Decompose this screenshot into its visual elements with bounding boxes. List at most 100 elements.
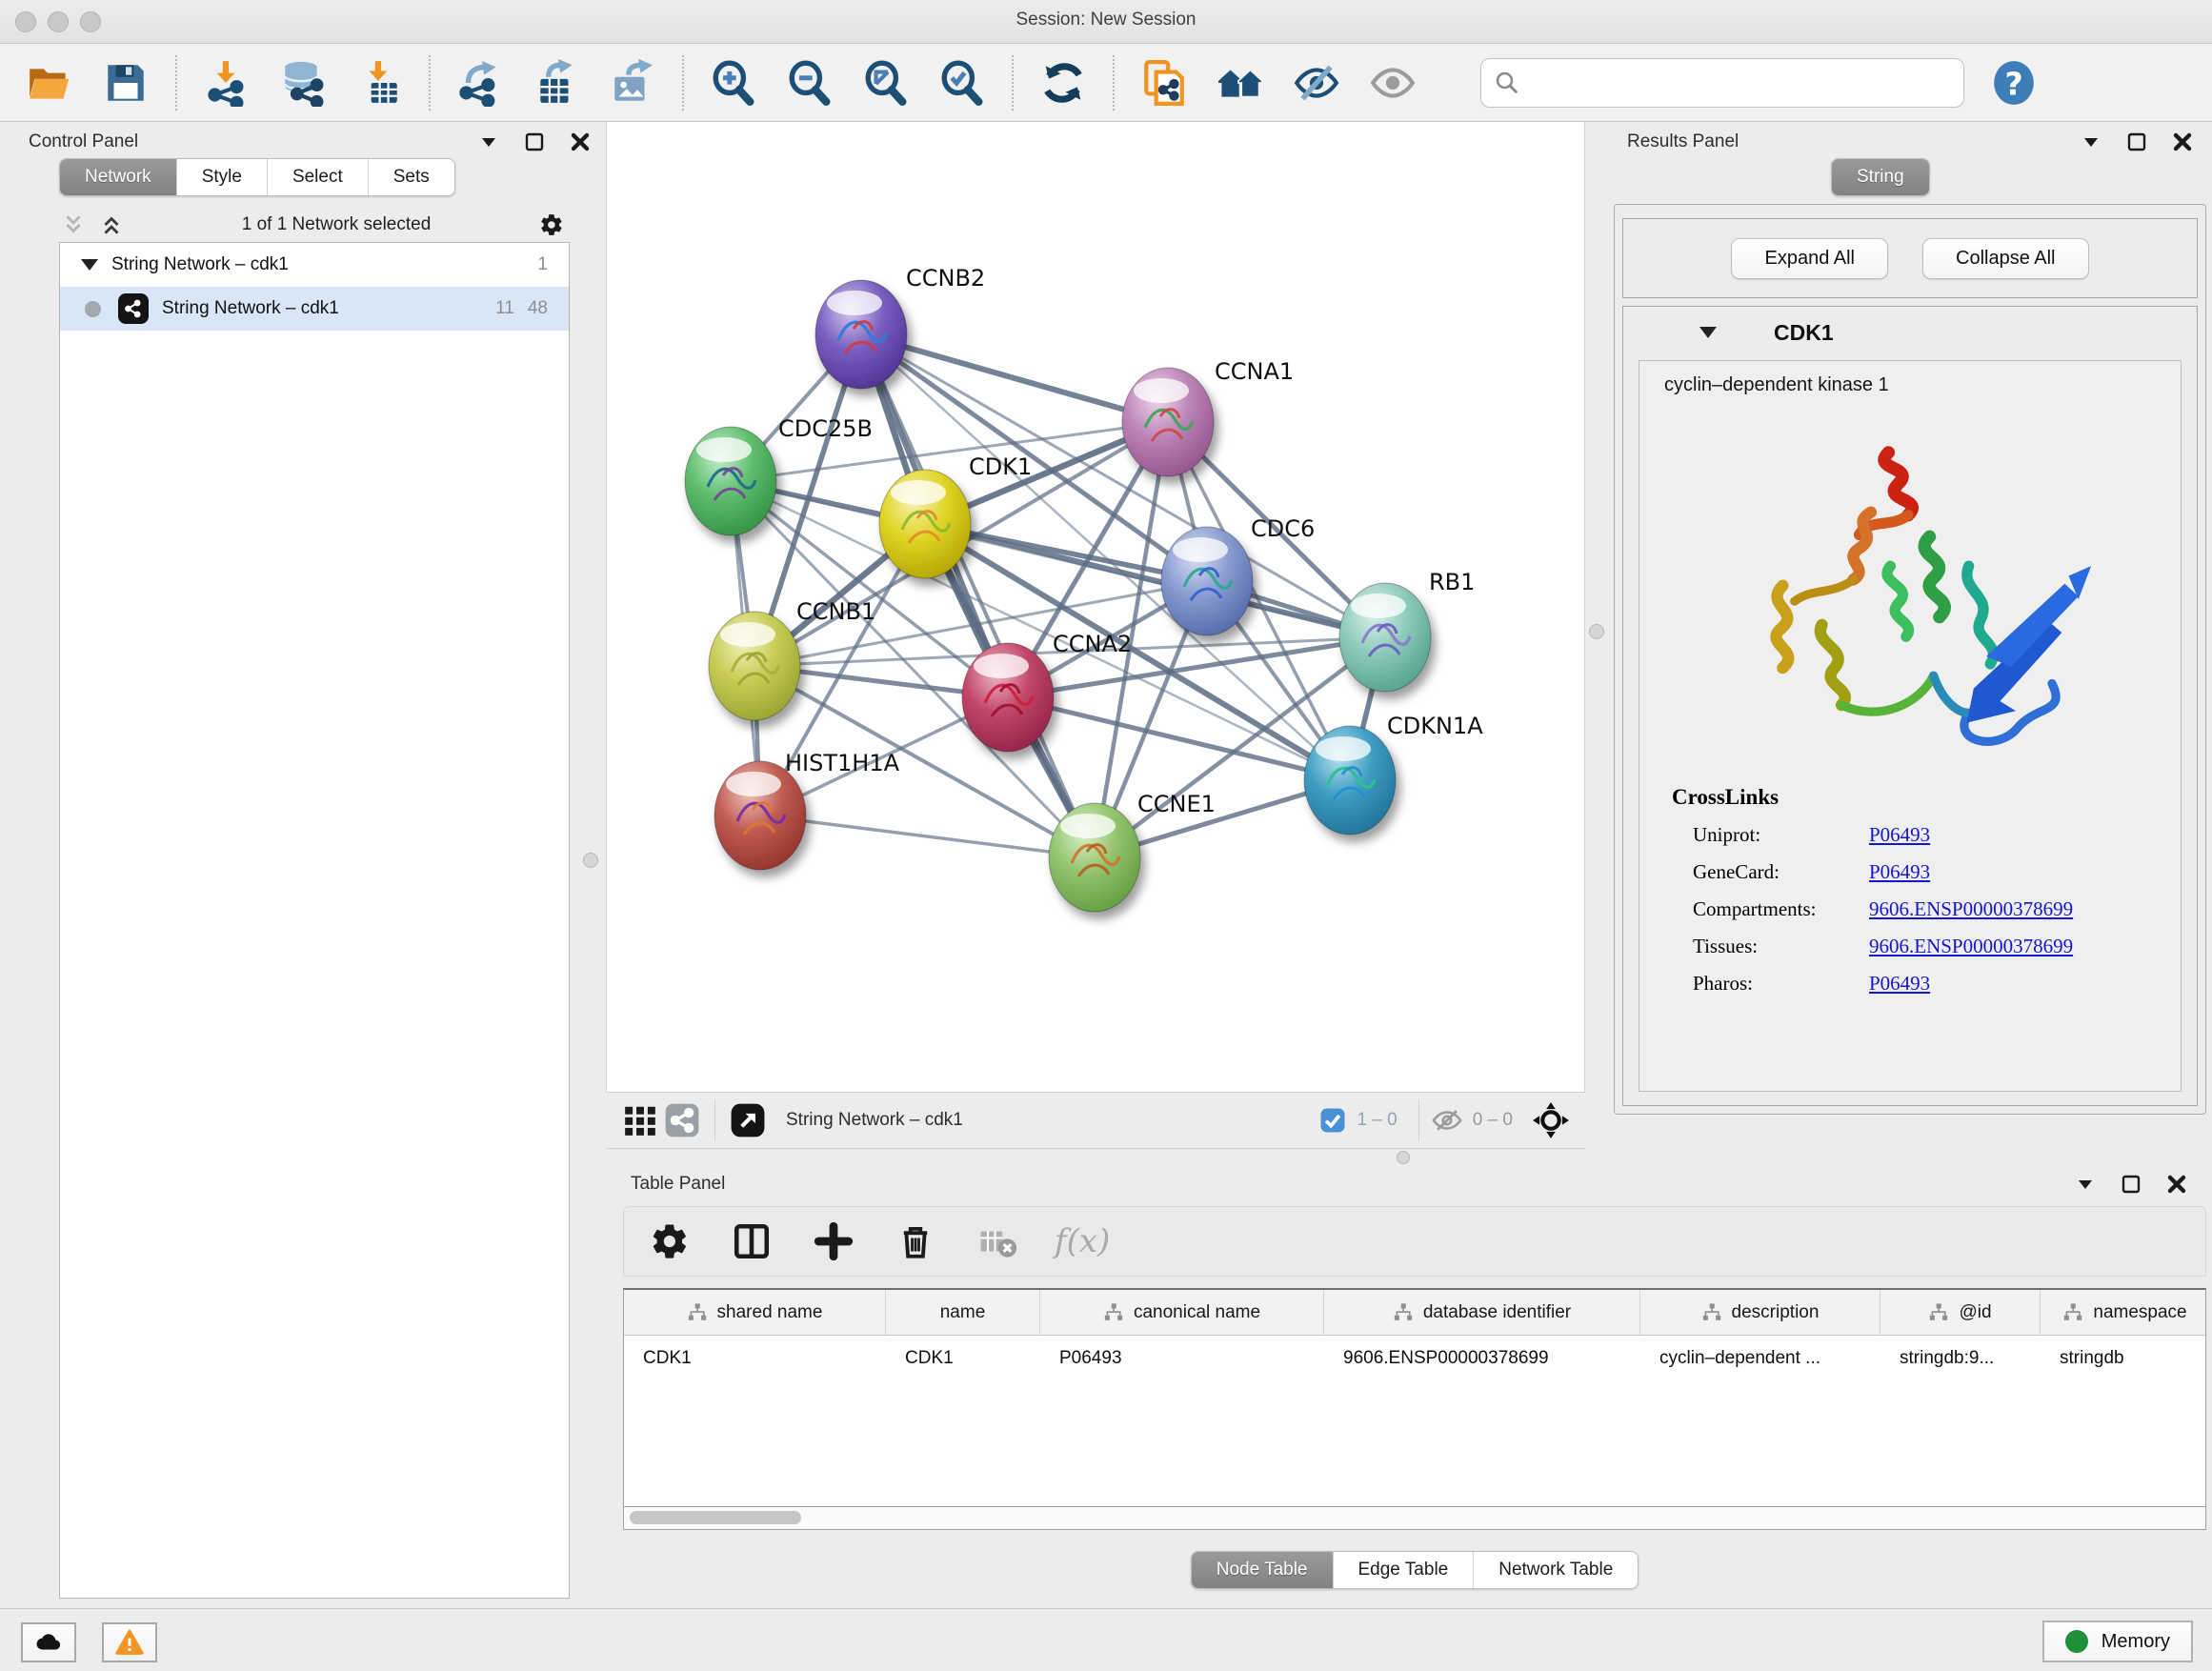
zoom-fit-button[interactable] bbox=[861, 58, 911, 108]
left-splitter-handle[interactable] bbox=[583, 853, 598, 868]
collection-disclosure-icon[interactable] bbox=[81, 259, 98, 271]
right-splitter-handle[interactable] bbox=[1589, 624, 1604, 639]
results-panel-menu-button[interactable] bbox=[2079, 130, 2103, 154]
table-cell[interactable]: stringdb bbox=[2041, 1336, 2206, 1381]
column-header-description[interactable]: description bbox=[1640, 1290, 1880, 1335]
birdseye-view-button[interactable] bbox=[619, 1099, 661, 1141]
string-copy-network-button[interactable] bbox=[1139, 58, 1189, 108]
search-box[interactable] bbox=[1480, 58, 1964, 108]
tab-select[interactable]: Select bbox=[267, 159, 368, 195]
node-hist1h1a[interactable] bbox=[714, 761, 806, 870]
selected-checkbox-icon[interactable] bbox=[1318, 1106, 1347, 1135]
node-ccna1[interactable] bbox=[1122, 368, 1214, 476]
column-header-canonical-name[interactable]: canonical name bbox=[1040, 1290, 1324, 1335]
table-cell[interactable]: CDK1 bbox=[886, 1336, 1040, 1381]
open-session-button[interactable] bbox=[25, 58, 74, 108]
table-options-button[interactable] bbox=[645, 1217, 694, 1266]
table-cell[interactable]: CDK1 bbox=[624, 1336, 886, 1381]
edge-CCNB2-CCNA1[interactable] bbox=[861, 334, 1168, 422]
import-network-from-database-button[interactable] bbox=[278, 58, 328, 108]
table-panel-close-button[interactable] bbox=[2164, 1172, 2189, 1197]
crosslink-link[interactable]: P06493 bbox=[1869, 823, 1930, 847]
network-options-gear-icon[interactable] bbox=[537, 212, 566, 237]
edge-HIST1H1A-CCNE1[interactable] bbox=[760, 815, 1095, 857]
zoom-selected-button[interactable] bbox=[937, 58, 987, 108]
hidden-eye-slash-icon[interactable] bbox=[1431, 1104, 1463, 1137]
node-cdk1[interactable] bbox=[879, 470, 971, 578]
tab-style[interactable]: Style bbox=[176, 159, 267, 195]
save-session-button[interactable] bbox=[101, 58, 151, 108]
apply-layout-button[interactable] bbox=[1038, 58, 1088, 108]
node-ccnb2[interactable] bbox=[815, 280, 907, 389]
column-header-namespace[interactable]: namespace bbox=[2041, 1290, 2206, 1335]
protein-section-header[interactable]: CDK1 bbox=[1623, 307, 2197, 358]
table-row[interactable]: CDK1CDK1P064939606.ENSP00000378699cyclin… bbox=[624, 1336, 2205, 1381]
table-horizontal-scrollbar[interactable] bbox=[623, 1507, 2206, 1530]
zoom-in-button[interactable] bbox=[709, 58, 758, 108]
network-row[interactable]: String Network – cdk1 11 48 bbox=[60, 287, 569, 331]
tab-sets[interactable]: Sets bbox=[368, 159, 454, 195]
table-cell[interactable]: P06493 bbox=[1040, 1336, 1324, 1381]
table-panel-float-button[interactable] bbox=[2119, 1172, 2143, 1197]
column-header-database-identifier[interactable]: database identifier bbox=[1324, 1290, 1640, 1335]
tab-node-table[interactable]: Node Table bbox=[1192, 1552, 1333, 1588]
export-image-button[interactable] bbox=[608, 58, 657, 108]
memory-button[interactable]: Memory bbox=[2042, 1621, 2193, 1662]
network-edges[interactable] bbox=[731, 334, 1385, 857]
crosslink-link[interactable]: 9606.ENSP00000378699 bbox=[1869, 897, 2073, 921]
crosslink-link[interactable]: P06493 bbox=[1869, 972, 1930, 996]
export-table-button[interactable] bbox=[532, 58, 581, 108]
home-view-button[interactable] bbox=[1216, 58, 1265, 108]
results-panel-float-button[interactable] bbox=[2124, 130, 2149, 154]
protein-disclosure-icon[interactable] bbox=[1699, 327, 1717, 338]
node-rb1[interactable] bbox=[1339, 583, 1431, 692]
show-graphics-button[interactable] bbox=[1368, 58, 1418, 108]
node-ccnb1[interactable] bbox=[709, 612, 800, 720]
table-cell[interactable]: cyclin–dependent ... bbox=[1640, 1336, 1880, 1381]
expand-all-button[interactable]: Expand All bbox=[1731, 238, 1888, 279]
collapse-all-networks-icon[interactable] bbox=[97, 212, 126, 237]
search-input[interactable] bbox=[1529, 72, 1952, 92]
collapse-all-button[interactable]: Collapse All bbox=[1922, 238, 2089, 279]
results-panel-close-button[interactable] bbox=[2170, 130, 2195, 154]
node-cdkn1a[interactable] bbox=[1304, 726, 1396, 835]
bottom-splitter-handle[interactable] bbox=[1397, 1151, 1410, 1164]
warnings-button[interactable] bbox=[102, 1622, 157, 1662]
node-ccna2[interactable] bbox=[962, 643, 1054, 752]
table-panel-menu-button[interactable] bbox=[2073, 1172, 2098, 1197]
string-badge-icon[interactable] bbox=[661, 1099, 703, 1141]
show-columns-button[interactable] bbox=[727, 1217, 776, 1266]
scrollbar-thumb[interactable] bbox=[630, 1511, 801, 1524]
function-builder-button[interactable]: f(x) bbox=[1055, 1222, 1110, 1260]
edge-CCNB2-CCNE1[interactable] bbox=[861, 334, 1095, 857]
fit-selected-crosshair-button[interactable] bbox=[1530, 1099, 1572, 1141]
expand-all-networks-icon[interactable] bbox=[59, 212, 88, 237]
help-button[interactable]: ? bbox=[1989, 58, 2039, 108]
column-header-shared-name[interactable]: shared name bbox=[624, 1290, 886, 1335]
export-network-button[interactable] bbox=[455, 58, 505, 108]
crosslink-link[interactable]: 9606.ENSP00000378699 bbox=[1869, 935, 2073, 958]
node-cdc25b[interactable] bbox=[685, 427, 776, 535]
hide-unhide-button[interactable] bbox=[1292, 58, 1341, 108]
import-network-button[interactable] bbox=[202, 58, 251, 108]
node-ccne1[interactable] bbox=[1049, 803, 1140, 912]
delete-column-button[interactable] bbox=[891, 1217, 940, 1266]
import-table-button[interactable] bbox=[354, 58, 404, 108]
column-header--id[interactable]: @id bbox=[1880, 1290, 2041, 1335]
network-collection-row[interactable]: String Network – cdk1 1 bbox=[60, 243, 569, 287]
crosslink-link[interactable]: P06493 bbox=[1869, 860, 1930, 884]
tab-edge-table[interactable]: Edge Table bbox=[1333, 1552, 1474, 1588]
table-cell[interactable]: 9606.ENSP00000378699 bbox=[1324, 1336, 1640, 1381]
network-graph[interactable] bbox=[607, 122, 1585, 1092]
control-panel-close-button[interactable] bbox=[568, 130, 593, 154]
node-cdc6[interactable] bbox=[1161, 527, 1253, 635]
column-header-name[interactable]: name bbox=[886, 1290, 1040, 1335]
network-canvas[interactable]: CCNB2CCNA1CDC25BCDK1CDC6RB1CCNB1CCNA2CDK… bbox=[606, 122, 1585, 1092]
open-in-window-button[interactable] bbox=[727, 1099, 769, 1141]
control-panel-float-button[interactable] bbox=[522, 130, 547, 154]
cloud-status-button[interactable] bbox=[21, 1622, 76, 1662]
table-cell[interactable]: stringdb:9... bbox=[1880, 1336, 2041, 1381]
tab-string[interactable]: String bbox=[1832, 159, 1929, 195]
delete-table-button[interactable] bbox=[973, 1217, 1022, 1266]
tab-network-table[interactable]: Network Table bbox=[1473, 1552, 1638, 1588]
